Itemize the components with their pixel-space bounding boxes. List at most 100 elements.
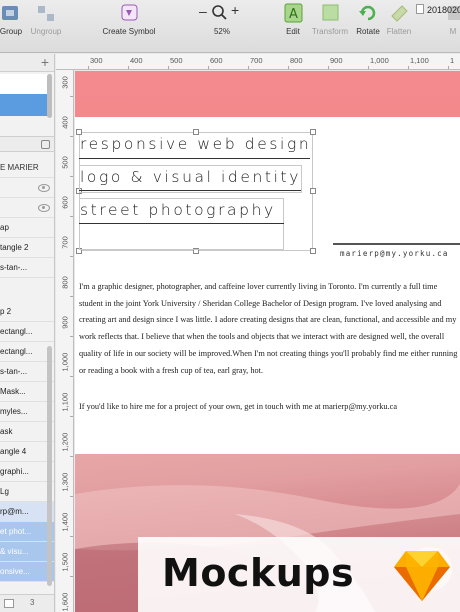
ruler-tick <box>70 216 73 217</box>
ruler-tick <box>70 456 73 457</box>
zoom-control[interactable]: – + 52% <box>196 2 248 36</box>
layer-row[interactable]: ectangl... <box>0 322 54 342</box>
vertical-ruler[interactable]: 300 400 500 600 700 800 900 1,000 1,100 1,200 1,30… <box>56 70 74 612</box>
ungroup-button[interactable]: Ungroup <box>26 2 66 36</box>
ruler-tick-label: 300 <box>90 56 103 65</box>
layers-sidebar: + E MARIER ap tangle 2 s-tan-... p 2 ect… <box>0 54 55 612</box>
mockups-badge: Mockups <box>138 537 460 612</box>
pages-header: + <box>0 54 54 72</box>
transform-button[interactable]: Transform <box>308 2 352 36</box>
ruler-tick-label: 800 <box>290 56 303 65</box>
page-row[interactable] <box>0 74 48 94</box>
flatten-button[interactable]: Flatten <box>384 2 414 36</box>
document-icon <box>415 4 424 14</box>
ruler-tick <box>88 66 89 69</box>
ruler-tick-label: 1,600 <box>60 592 70 612</box>
rotate-icon <box>359 5 376 21</box>
resize-handle[interactable] <box>310 248 316 254</box>
group-button[interactable]: Group <box>0 2 28 36</box>
layer-row[interactable]: s-tan-... <box>0 258 54 278</box>
ruler-tick-label: 1,500 <box>60 552 70 572</box>
ruler-tick-label: 1,100 <box>60 392 70 412</box>
layer-row[interactable]: ap <box>0 218 54 238</box>
zoom-in-button[interactable]: + <box>231 2 239 18</box>
nav-link-logo-identity[interactable]: logo & visual identity <box>80 168 301 186</box>
layers-scrollbar[interactable] <box>47 346 52 586</box>
page-row-selected[interactable] <box>0 94 48 116</box>
ruler-tick <box>168 66 169 69</box>
layer-row[interactable] <box>0 178 54 198</box>
ruler-tick-label: 1,200 <box>60 432 70 452</box>
layer-row[interactable]: p 2 <box>0 302 54 322</box>
nav-underline <box>79 223 284 224</box>
ruler-tick <box>328 66 329 69</box>
edit-button[interactable]: A Edit <box>280 2 306 36</box>
filter-icon[interactable] <box>4 599 14 608</box>
email-divider <box>333 243 460 245</box>
ruler-tick <box>70 576 73 577</box>
ruler-tick <box>448 66 449 69</box>
rotate-button[interactable]: Rotate <box>354 2 382 36</box>
nav-underline <box>79 190 301 191</box>
ruler-tick <box>128 66 129 69</box>
ruler-tick <box>248 66 249 69</box>
ruler-tick <box>70 176 73 177</box>
flatten-icon <box>391 5 408 22</box>
create-symbol-button[interactable]: Create Symbol <box>98 2 160 36</box>
ruler-tick-label: 500 <box>170 56 183 65</box>
ruler-tick <box>70 136 73 137</box>
ruler-tick-label: 400 <box>130 56 143 65</box>
pages-scrollbar[interactable] <box>47 74 52 118</box>
eye-icon[interactable] <box>38 184 50 192</box>
ruler-tick-label: 800 <box>60 276 70 289</box>
ruler-tick <box>70 336 73 337</box>
ruler-tick <box>368 66 369 69</box>
nav-underline <box>79 158 310 159</box>
group-icon <box>2 6 18 20</box>
ruler-tick <box>288 66 289 69</box>
zoom-out-button[interactable]: – <box>199 3 207 19</box>
layer-list-top: E MARIER ap tangle 2 s-tan-... <box>0 158 54 278</box>
magnifier-icon <box>212 5 227 20</box>
header-banner[interactable] <box>75 71 460 117</box>
header-email[interactable]: marierp@my.yorku.ca <box>340 249 449 258</box>
ruler-tick-label: 1,000 <box>60 352 70 372</box>
symbol-icon <box>121 4 138 21</box>
transform-icon <box>322 4 339 21</box>
eye-icon[interactable] <box>38 204 50 212</box>
ruler-tick-label: 1,300 <box>60 472 70 492</box>
edit-icon: A <box>284 3 303 23</box>
layer-row[interactable] <box>0 198 54 218</box>
ruler-tick-label: 1,000 <box>370 56 389 65</box>
ruler-tick-label: 500 <box>60 156 70 169</box>
collapse-icon[interactable] <box>41 140 50 149</box>
ruler-tick-label: 600 <box>210 56 223 65</box>
bio-paragraph: I'm a graphic designer, photographer, an… <box>79 282 458 375</box>
artboard[interactable]: responsive web design logo & visual iden… <box>75 71 460 612</box>
nav-link-web-design[interactable]: responsive web design <box>80 135 311 153</box>
artboard-group-row[interactable]: E MARIER <box>0 158 54 178</box>
add-page-button[interactable]: + <box>41 54 49 70</box>
ruler-tick-label: 600 <box>60 196 70 209</box>
document-title: 2018020 <box>415 4 460 15</box>
layers-header <box>0 136 54 152</box>
layer-row[interactable]: tangle 2 <box>0 238 54 258</box>
ungroup-icon <box>38 6 54 21</box>
ruler-tick <box>70 96 73 97</box>
ruler-tick <box>70 536 73 537</box>
ruler-tick-label: 900 <box>60 316 70 329</box>
ruler-tick-label: 400 <box>60 116 70 129</box>
ruler-tick <box>70 296 73 297</box>
horizontal-ruler[interactable]: 300 400 500 600 700 800 900 1,000 1,100 1 <box>56 54 460 70</box>
contact-paragraph: If you'd like to hire me for a project o… <box>79 402 398 411</box>
ruler-tick <box>70 376 73 377</box>
ruler-tick <box>408 66 409 69</box>
ruler-tick-label: 900 <box>330 56 343 65</box>
svg-text:A: A <box>289 7 298 22</box>
sketch-diamond-icon <box>394 551 450 601</box>
ruler-tick-label: 300 <box>60 76 70 89</box>
ruler-tick <box>70 416 73 417</box>
nav-link-street-photography[interactable]: street photography <box>80 201 276 219</box>
resize-handle[interactable] <box>310 188 316 194</box>
ruler-tick-label: 1,100 <box>410 56 429 65</box>
